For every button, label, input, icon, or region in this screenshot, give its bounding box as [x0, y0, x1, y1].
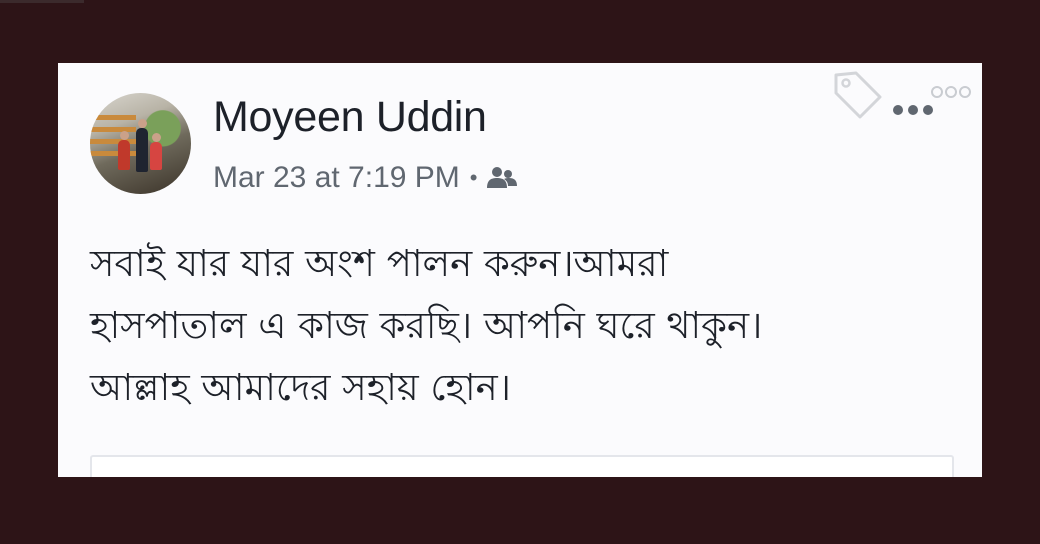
post-timestamp[interactable]: Mar 23 at 7:19 PM — [213, 161, 460, 195]
avatar-detail — [120, 131, 129, 140]
frame-edge — [0, 0, 84, 3]
post-body: সবাই যার যার অংশ পালন করুন।আমরা হাসপাতাল… — [90, 233, 970, 419]
attachment-box[interactable] — [90, 455, 954, 477]
tag-icon[interactable] — [830, 67, 886, 119]
post-card: Moyeen Uddin Mar 23 at 7:19 PM • সবাই যা… — [58, 63, 982, 477]
avatar-detail — [118, 140, 130, 170]
avatar-detail — [90, 115, 136, 120]
more-options-outline-icon[interactable] — [931, 81, 971, 103]
author-name[interactable]: Moyeen Uddin — [213, 93, 487, 142]
avatar-detail — [138, 119, 147, 128]
post-text-line: হাসপাতাল এ কাজ করছি। আপনি ঘরে থাকুন। — [90, 304, 763, 347]
avatar-detail — [152, 133, 161, 142]
post-text-line: সবাই যার যার অংশ পালন করুন।আমরা — [90, 242, 669, 285]
avatar-detail — [90, 127, 136, 132]
friends-icon[interactable] — [486, 166, 518, 190]
meta-separator: • — [469, 165, 478, 190]
more-options-icon[interactable] — [890, 101, 936, 119]
avatar-detail — [136, 128, 148, 172]
avatar[interactable] — [90, 93, 191, 194]
avatar-detail — [150, 142, 162, 170]
post-meta: Mar 23 at 7:19 PM • — [213, 161, 518, 195]
post-text-line: আল্লাহ আমাদের সহায় হোন। — [90, 366, 511, 409]
